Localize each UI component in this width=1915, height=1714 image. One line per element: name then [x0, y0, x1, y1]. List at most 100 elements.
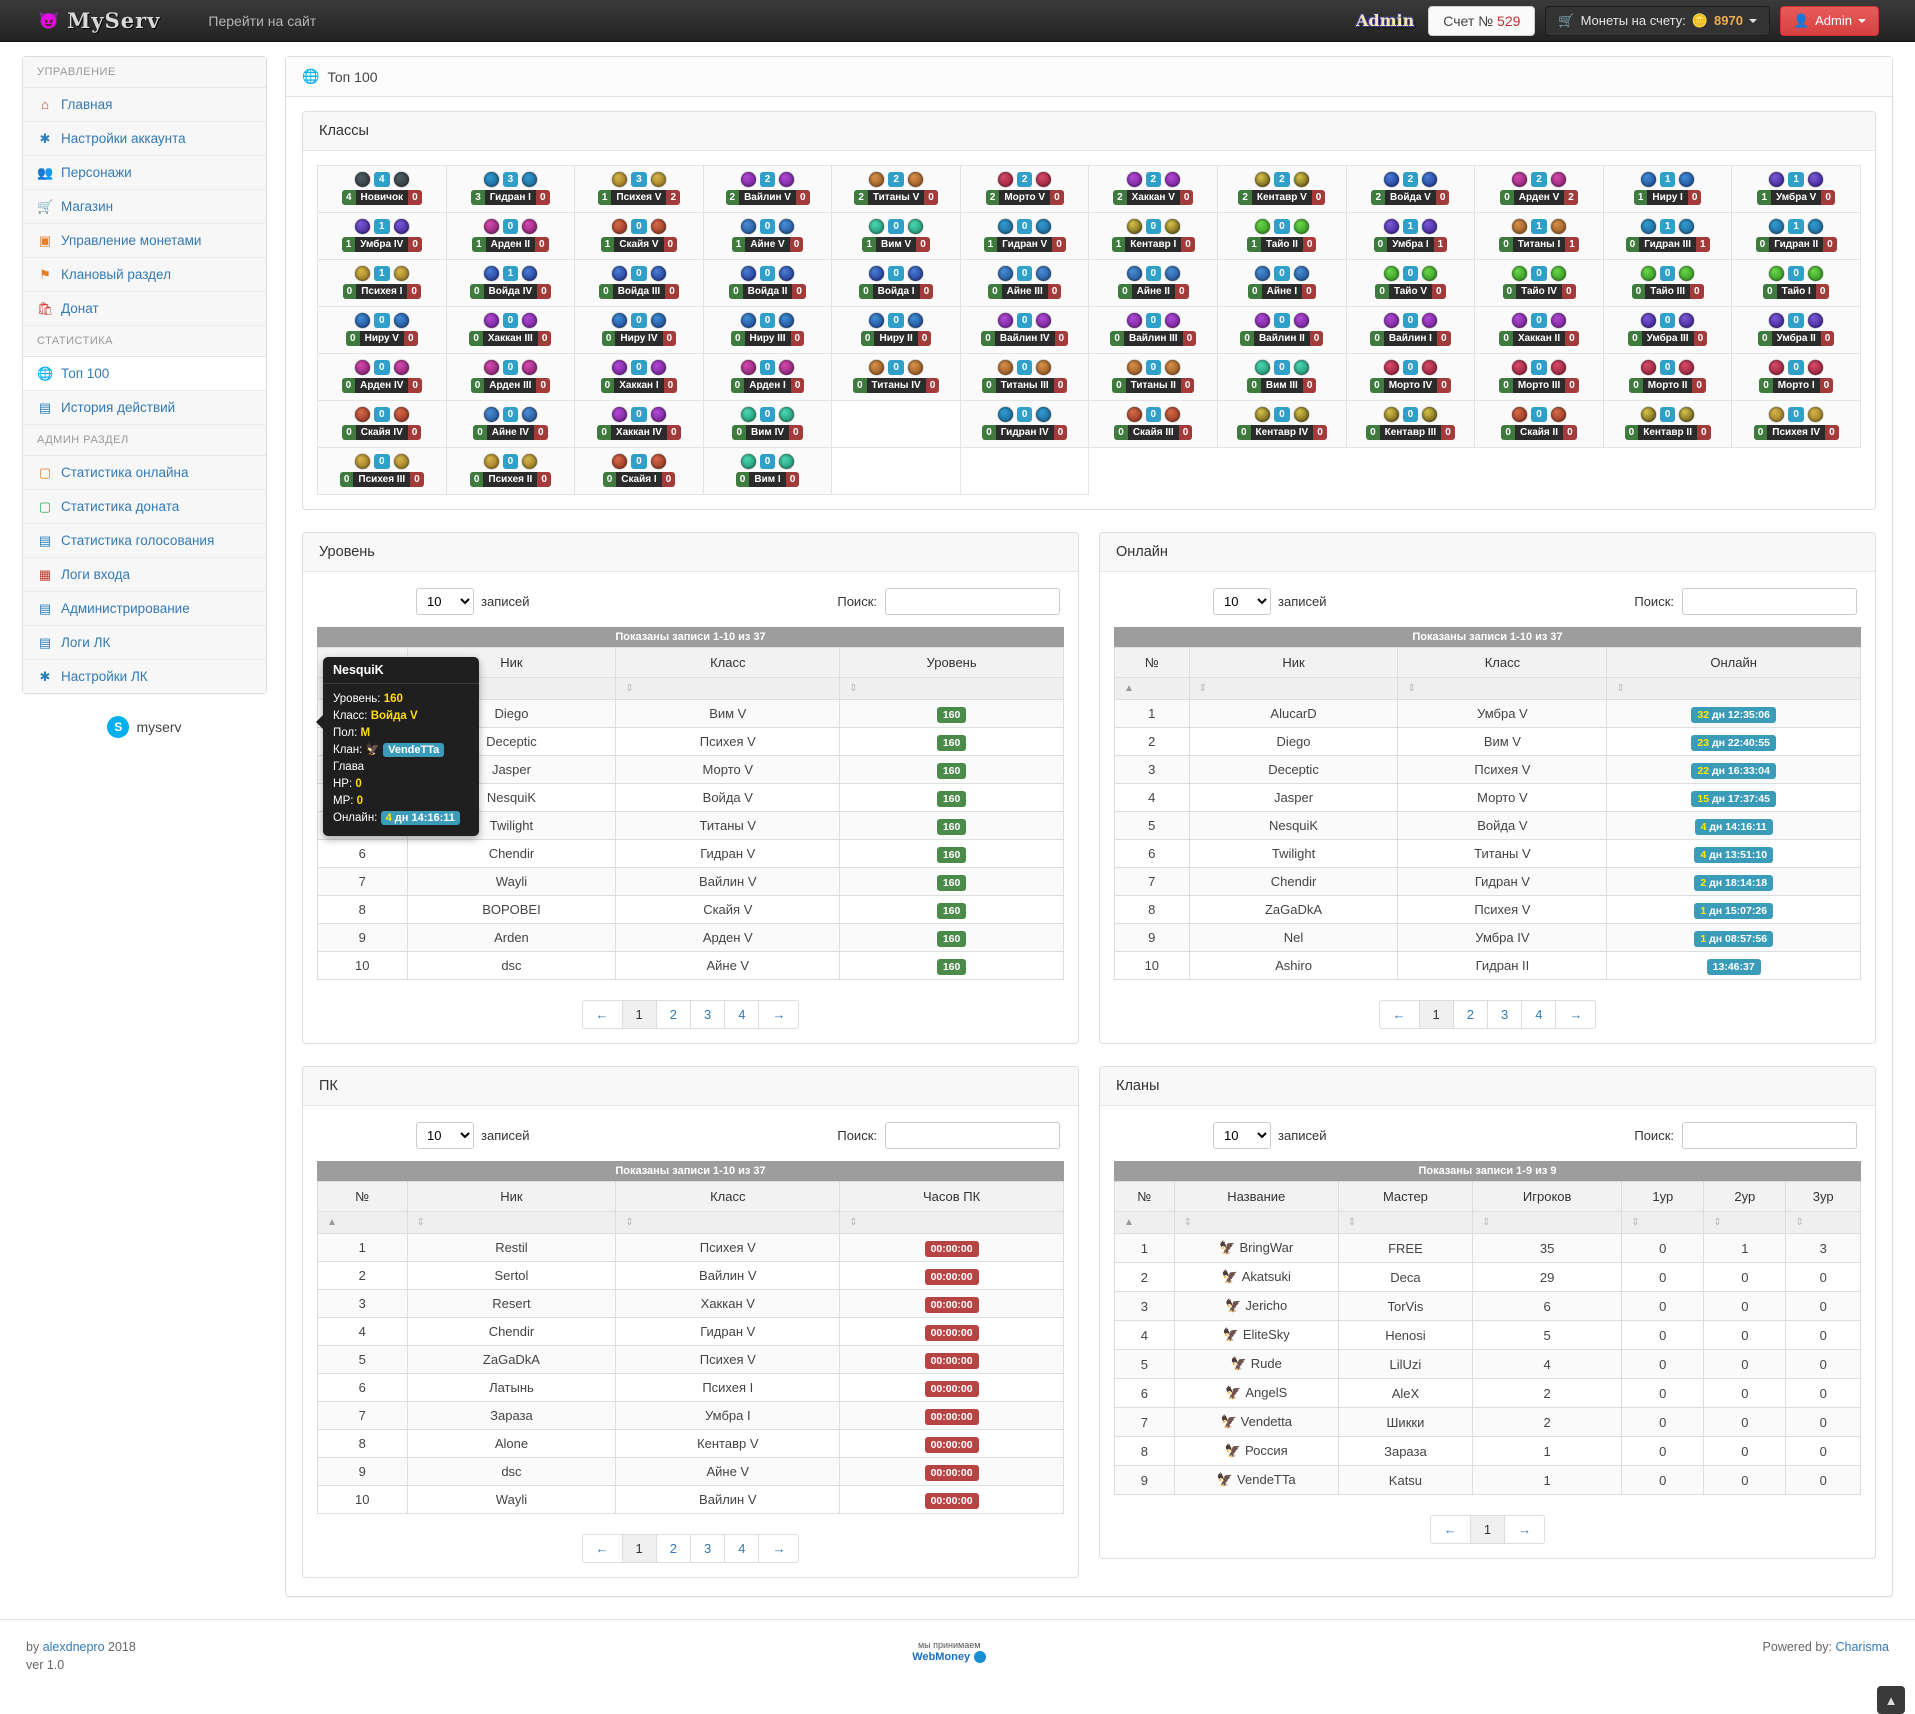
- class-cell[interactable]: 0 0 Титаны IV 0: [832, 354, 961, 401]
- class-cell[interactable]: 0 0 Скайя II 0: [1475, 401, 1604, 448]
- column-header[interactable]: 2ур: [1703, 1181, 1787, 1212]
- table-row[interactable]: 1 🦅 BringWar FREE 35 0 1 3: [1114, 1233, 1861, 1263]
- column-sorter[interactable]: ⇕: [615, 1211, 841, 1234]
- pagination-page[interactable]: 2: [1452, 1000, 1488, 1029]
- class-cell[interactable]: 0 1 Кентавр I0: [1089, 213, 1219, 260]
- class-cell[interactable]: 2 0 Арден V2: [1475, 166, 1604, 213]
- class-cell[interactable]: 2 2 Вайлин V0: [703, 166, 833, 213]
- table-row[interactable]: 3 Resert Хаккан V 00:00:00: [317, 1289, 1064, 1318]
- column-header[interactable]: Класс: [615, 647, 841, 678]
- level-search-input[interactable]: [885, 588, 1060, 615]
- pagination-page[interactable]: 1: [1418, 1000, 1454, 1029]
- column-header[interactable]: Название: [1173, 1181, 1339, 1212]
- class-cell[interactable]: 1 1 Умбра IV 0: [318, 213, 447, 260]
- table-row[interactable]: 5 🦅 Rude LilUzi 4 0 0 0: [1114, 1349, 1861, 1379]
- class-cell[interactable]: 0 0 Кентавр IV 0: [1218, 401, 1347, 448]
- class-cell[interactable]: 0 0 Гидран IV 0: [960, 401, 1090, 448]
- level-length-select[interactable]: 10: [416, 588, 474, 615]
- column-header[interactable]: №: [1114, 647, 1190, 678]
- class-cell[interactable]: 0 0 Психея IV 0: [1732, 401, 1861, 448]
- table-row[interactable]: 5 ZaGaDkA Психея V 00:00:00: [317, 1345, 1064, 1374]
- table-row[interactable]: 7 Wayli Вайлин V 160: [317, 867, 1064, 896]
- column-sorter[interactable]: ⇕: [1337, 1211, 1474, 1234]
- skype-block[interactable]: S myserv: [22, 716, 267, 738]
- class-cell[interactable]: 1 1 Ниру I0: [1603, 166, 1733, 213]
- class-cell[interactable]: 0 0 Тайо V0: [1346, 260, 1476, 307]
- class-cell[interactable]: 0 1 Айне V0: [703, 213, 833, 260]
- table-row[interactable]: 5 NesquiK Войда V 4 дн 14:16:11: [1114, 811, 1861, 840]
- column-header[interactable]: Мастер: [1337, 1181, 1474, 1212]
- pagination-page[interactable]: 2: [655, 1534, 691, 1563]
- column-sorter[interactable]: ⇕: [839, 1211, 1064, 1234]
- clans-search-input[interactable]: [1682, 1122, 1857, 1149]
- class-cell[interactable]: 0 0 Айне II 0: [1089, 260, 1219, 307]
- sidebar-item-1-3[interactable]: ▢ Статистика онлайна: [23, 456, 266, 490]
- table-row[interactable]: 7 Зараза Умбра I 00:00:00: [317, 1401, 1064, 1430]
- column-header[interactable]: №: [317, 1181, 408, 1212]
- table-row[interactable]: 6 🦅 AngelS AleX 2 0 0 0: [1114, 1378, 1861, 1408]
- sidebar-item-1-2[interactable]: 🌐 Топ 100: [23, 357, 266, 391]
- column-sorter[interactable]: ⇕: [615, 677, 841, 700]
- table-row[interactable]: 3 Deceptic Психея V 22 дн 16:33:04: [1114, 755, 1861, 784]
- class-cell[interactable]: 0 1 Гидран V0: [960, 213, 1090, 260]
- pagination-next[interactable]: →: [758, 1000, 800, 1029]
- class-cell[interactable]: 0 1 Тайо II 0: [1218, 213, 1347, 260]
- table-row[interactable]: 9 Arden Арден V 160: [317, 923, 1064, 952]
- class-cell[interactable]: 1 0 Титаны I1: [1475, 213, 1604, 260]
- class-cell[interactable]: 0 0 Тайо I0: [1732, 260, 1861, 307]
- sidebar-item-7-3[interactable]: ✱ Настройки ЛК: [23, 660, 266, 693]
- column-header[interactable]: Часов ПК: [839, 1181, 1064, 1212]
- class-cell[interactable]: 0 0 Вайлин II 0: [1218, 307, 1347, 354]
- class-cell[interactable]: 2 2 Войда V0: [1346, 166, 1476, 213]
- pagination-prev[interactable]: ←: [1429, 1515, 1471, 1544]
- table-row[interactable]: 3 🦅 Jericho TorVis 6 0 0 0: [1114, 1291, 1861, 1321]
- column-header[interactable]: Уровень: [839, 647, 1064, 678]
- pk-search-input[interactable]: [885, 1122, 1060, 1149]
- table-row[interactable]: 4 🦅 EliteSky Henosi 5 0 0 0: [1114, 1320, 1861, 1350]
- class-cell[interactable]: 0 0 Вим I0: [703, 448, 833, 495]
- table-row[interactable]: 8 BOPOBEI Скайя V 160: [317, 895, 1064, 924]
- column-sorter[interactable]: ⇕: [1472, 1211, 1623, 1234]
- sidebar-item-6-1[interactable]: ⚑ Клановый раздел: [23, 258, 266, 292]
- class-cell[interactable]: 0 1 Арден II 0: [446, 213, 576, 260]
- table-row[interactable]: 7 Chendir Гидран V 2 дн 18:14:18: [1114, 867, 1861, 896]
- class-cell[interactable]: 3 3 Гидран I0: [446, 166, 576, 213]
- column-sorter[interactable]: ⇕: [1397, 677, 1608, 700]
- table-row[interactable]: 9 🦅 VendeTTa Katsu 1 0 0 0: [1114, 1465, 1861, 1495]
- column-sorter[interactable]: ⇕: [1188, 677, 1399, 700]
- table-row[interactable]: 1 Restil Психея V 00:00:00: [317, 1233, 1064, 1262]
- pagination-prev[interactable]: ←: [1378, 1000, 1420, 1029]
- class-cell[interactable]: 0 1 Вим V0: [832, 213, 961, 260]
- class-cell[interactable]: 0 0 Айне III 0: [960, 260, 1090, 307]
- online-search-input[interactable]: [1682, 588, 1857, 615]
- pk-length-select[interactable]: 10: [416, 1122, 474, 1149]
- class-cell[interactable]: 0 0 Морто I0: [1732, 354, 1861, 401]
- column-sorter[interactable]: ⇕: [406, 1211, 617, 1234]
- class-cell[interactable]: 0 0 Психея II 0: [446, 448, 576, 495]
- class-cell[interactable]: 0 0 Войда II 0: [703, 260, 833, 307]
- class-cell[interactable]: 1 1 Умбра V0: [1732, 166, 1861, 213]
- table-row[interactable]: 10 Wayli Вайлин V 00:00:00: [317, 1485, 1064, 1514]
- class-cell[interactable]: 1 0 Войда IV 0: [446, 260, 576, 307]
- class-cell[interactable]: 2 2 Хаккан V0: [1089, 166, 1219, 213]
- class-cell[interactable]: 1 0 Умбра I1: [1346, 213, 1476, 260]
- column-sorter[interactable]: ⇕: [1703, 1211, 1787, 1234]
- sidebar-item-3-1[interactable]: 👥 Персонажи: [23, 156, 266, 190]
- pagination-page[interactable]: 1: [621, 1000, 657, 1029]
- sidebar-item-2-3[interactable]: ▢ Статистика доната: [23, 490, 266, 524]
- table-row[interactable]: 8 🦅 Россия Зараза 1 0 0 0: [1114, 1436, 1861, 1466]
- sidebar-item-7-1[interactable]: 🛍 Донат: [23, 292, 266, 326]
- class-cell[interactable]: 0 0 Ниру II 0: [832, 307, 961, 354]
- class-cell[interactable]: 0 0 Морто II 0: [1603, 354, 1733, 401]
- class-cell[interactable]: 0 0 Умбра III 0: [1603, 307, 1733, 354]
- class-cell[interactable]: 0 0 Войда III 0: [575, 260, 704, 307]
- class-cell[interactable]: 3 1 Психея V2: [575, 166, 704, 213]
- column-header[interactable]: 3ур: [1785, 1181, 1861, 1212]
- class-cell[interactable]: 0 1 Скайя V0: [575, 213, 704, 260]
- pagination-next[interactable]: →: [758, 1534, 800, 1563]
- pagination-page[interactable]: 2: [655, 1000, 691, 1029]
- powered-by-link[interactable]: Charisma: [1836, 1640, 1890, 1654]
- column-sorter[interactable]: ⇕: [1606, 677, 1861, 700]
- column-header[interactable]: Ник: [1188, 647, 1399, 678]
- class-cell[interactable]: 0 0 Вим IV 0: [703, 401, 833, 448]
